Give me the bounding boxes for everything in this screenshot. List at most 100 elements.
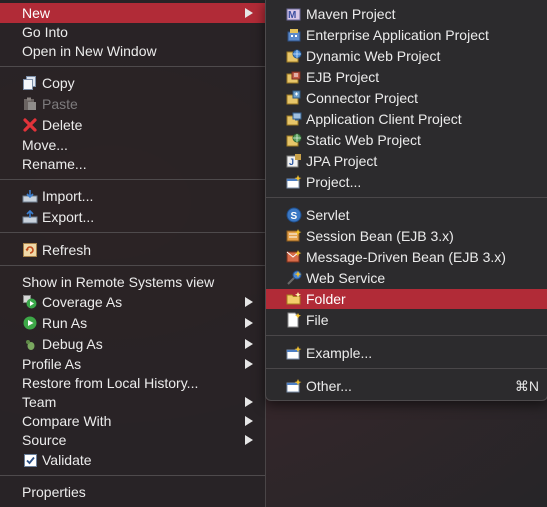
maven-project-icon: M xyxy=(286,6,302,22)
submenu-separator xyxy=(266,368,547,369)
export-icon xyxy=(22,209,38,225)
submenu-item-servlet[interactable]: S Servlet xyxy=(266,205,547,225)
menu-separator xyxy=(0,179,265,180)
menu-item-profile-as[interactable]: Profile As xyxy=(0,354,265,374)
submenu-item-app-client-project-label: Application Client Project xyxy=(306,111,462,127)
menu-separator xyxy=(0,232,265,233)
folder-icon xyxy=(286,291,302,307)
keyboard-shortcut: ⌘N xyxy=(514,378,539,394)
submenu-item-session-bean[interactable]: Session Bean (EJB 3.x) xyxy=(266,226,547,246)
menu-item-compare-with[interactable]: Compare With xyxy=(0,411,265,431)
submenu-item-example[interactable]: Example... xyxy=(266,343,547,363)
menu-item-properties[interactable]: Properties xyxy=(0,482,265,502)
submenu-item-ejb-project-label: EJB Project xyxy=(306,69,380,85)
submenu-item-folder[interactable]: Folder xyxy=(266,289,547,309)
menu-item-debug-as[interactable]: Debug As xyxy=(0,334,265,354)
svg-text:M: M xyxy=(288,10,296,21)
refresh-icon xyxy=(22,242,38,258)
static-web-project-icon xyxy=(286,132,302,148)
menu-item-restore-history-label: Restore from Local History... xyxy=(22,375,199,391)
menu-separator xyxy=(0,475,265,476)
menu-item-new[interactable]: New xyxy=(0,3,265,23)
submenu-item-file-label: File xyxy=(306,312,329,328)
menu-item-paste[interactable]: Paste xyxy=(0,94,265,114)
submenu-item-jpa-project-label: JPA Project xyxy=(306,153,378,169)
menu-item-go-into[interactable]: Go Into xyxy=(0,22,265,42)
session-bean-icon xyxy=(286,228,302,244)
enterprise-application-project-icon xyxy=(286,27,302,43)
submenu-item-enterprise-app-project[interactable]: Enterprise Application Project xyxy=(266,25,547,45)
submenu-item-maven-project[interactable]: M Maven Project xyxy=(266,4,547,24)
submenu-item-static-web-project-label: Static Web Project xyxy=(306,132,421,148)
menu-item-coverage-as-label: Coverage As xyxy=(42,294,123,310)
context-menu: New Go Into Open in New Window Copy Past… xyxy=(0,0,266,507)
jpa-project-icon: J xyxy=(286,153,302,169)
submenu-arrow-icon xyxy=(245,397,253,407)
menu-item-delete[interactable]: Delete xyxy=(0,115,265,135)
menu-item-rename-label: Rename... xyxy=(22,156,87,172)
menu-item-team-label: Team xyxy=(22,394,57,410)
menu-item-open-new-window[interactable]: Open in New Window xyxy=(0,41,265,61)
menu-item-profile-as-label: Profile As xyxy=(22,356,82,372)
submenu-item-connector-project[interactable]: Connector Project xyxy=(266,88,547,108)
menu-item-copy-label: Copy xyxy=(42,75,75,91)
menu-item-new-label: New xyxy=(22,5,51,21)
menu-item-validate-label: Validate xyxy=(42,452,92,468)
debug-icon xyxy=(22,336,38,352)
run-icon xyxy=(22,315,38,331)
submenu-item-servlet-label: Servlet xyxy=(306,207,350,223)
menu-item-import[interactable]: Import... xyxy=(0,186,265,206)
submenu-item-project[interactable]: Project... xyxy=(266,172,547,192)
menu-item-export-label: Export... xyxy=(42,209,95,225)
menu-item-copy[interactable]: Copy xyxy=(0,73,265,93)
menu-item-show-remote-label: Show in Remote Systems view xyxy=(22,274,215,290)
ejb-project-icon xyxy=(286,69,302,85)
submenu-item-jpa-project[interactable]: J JPA Project xyxy=(266,151,547,171)
submenu-item-app-client-project[interactable]: Application Client Project xyxy=(266,109,547,129)
menu-item-coverage-as[interactable]: Coverage As xyxy=(0,292,265,312)
menu-item-run-as[interactable]: Run As xyxy=(0,313,265,333)
menu-item-delete-label: Delete xyxy=(42,117,83,133)
menu-item-validate[interactable]: Validate xyxy=(0,450,265,470)
submenu-arrow-icon xyxy=(245,297,253,307)
submenu-item-web-service-label: Web Service xyxy=(306,270,386,286)
submenu-item-dynamic-web-project[interactable]: Dynamic Web Project xyxy=(266,46,547,66)
menu-item-restore-history[interactable]: Restore from Local History... xyxy=(0,373,265,393)
submenu-arrow-icon xyxy=(245,318,253,328)
submenu-item-web-service[interactable]: Web Service xyxy=(266,268,547,288)
submenu-item-other[interactable]: Other... ⌘N xyxy=(266,376,547,396)
menu-item-source[interactable]: Source xyxy=(0,430,265,450)
submenu-item-file[interactable]: File xyxy=(266,310,547,330)
submenu-item-dynamic-web-project-label: Dynamic Web Project xyxy=(306,48,441,64)
menu-item-move[interactable]: Move... xyxy=(0,135,265,155)
menu-item-refresh[interactable]: Refresh xyxy=(0,240,265,260)
submenu-item-maven-project-label: Maven Project xyxy=(306,6,396,22)
other-wizard-icon xyxy=(286,378,302,394)
submenu-item-session-bean-label: Session Bean (EJB 3.x) xyxy=(306,228,454,244)
submenu-item-enterprise-app-project-label: Enterprise Application Project xyxy=(306,27,489,43)
menu-item-compare-with-label: Compare With xyxy=(22,413,112,429)
submenu-item-mdb[interactable]: Message-Driven Bean (EJB 3.x) xyxy=(266,247,547,267)
menu-item-show-remote[interactable]: Show in Remote Systems view xyxy=(0,272,265,292)
submenu-arrow-icon xyxy=(245,359,253,369)
menu-separator xyxy=(0,265,265,266)
submenu-item-static-web-project[interactable]: Static Web Project xyxy=(266,130,547,150)
dynamic-web-project-icon xyxy=(286,48,302,64)
menu-item-export[interactable]: Export... xyxy=(0,207,265,227)
coverage-icon xyxy=(22,294,38,310)
message-driven-bean-icon xyxy=(286,249,302,265)
menu-item-rename[interactable]: Rename... xyxy=(0,154,265,174)
submenu-item-ejb-project[interactable]: EJB Project xyxy=(266,67,547,87)
menu-item-team[interactable]: Team xyxy=(0,392,265,412)
menu-separator xyxy=(0,66,265,67)
web-service-icon xyxy=(286,270,302,286)
submenu-arrow-icon xyxy=(245,8,253,18)
delete-icon xyxy=(22,117,38,133)
menu-item-run-as-label: Run As xyxy=(42,315,88,331)
checkbox-checked-icon xyxy=(22,452,38,468)
copy-icon xyxy=(22,75,38,91)
menu-item-properties-label: Properties xyxy=(22,484,86,500)
menu-item-paste-label: Paste xyxy=(42,96,78,112)
submenu-item-example-label: Example... xyxy=(306,345,373,361)
submenu-arrow-icon xyxy=(245,339,253,349)
